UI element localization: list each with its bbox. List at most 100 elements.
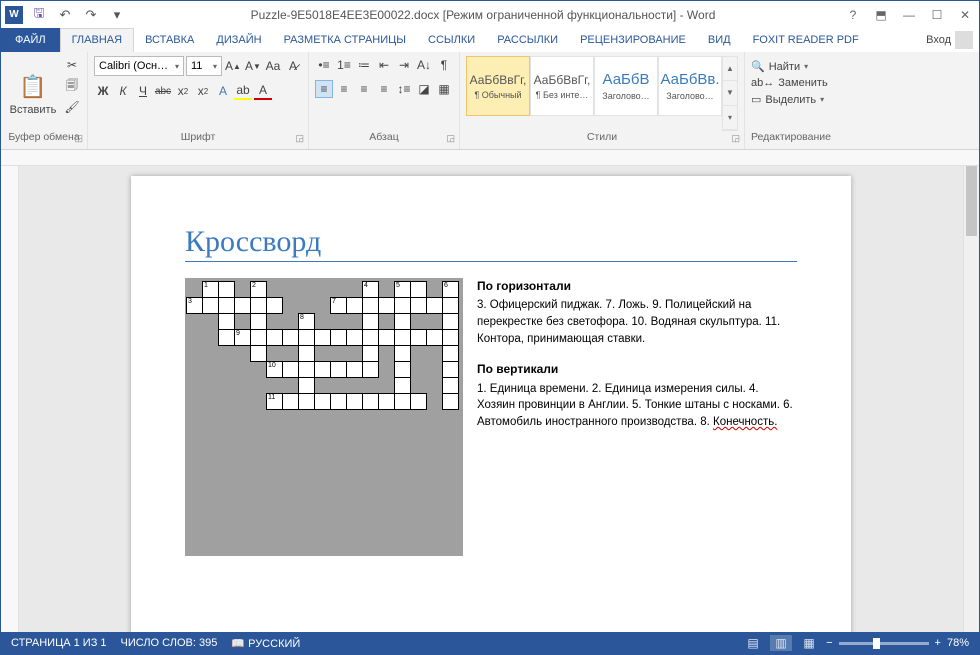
paragraph-launcher[interactable]: ◲ (446, 133, 455, 144)
status-page[interactable]: СТРАНИЦА 1 ИЗ 1 (11, 637, 107, 650)
zoom-out-button[interactable]: − (826, 637, 832, 649)
gallery-scroll[interactable]: ▲ ▼ ▾ (722, 56, 738, 131)
text-effects-button[interactable]: A (214, 82, 232, 100)
strike-button[interactable]: abc (154, 82, 172, 100)
find-button[interactable]: 🔍Найти▾ (751, 60, 828, 73)
minimize-button[interactable]: — (895, 4, 923, 26)
tab-layout[interactable]: РАЗМЕТКА СТРАНИЦЫ (273, 28, 417, 52)
borders-button[interactable]: ▦ (435, 80, 453, 98)
help-button[interactable]: ? (839, 4, 867, 26)
font-name-combo[interactable]: Calibri (Осн…▾ (94, 56, 184, 76)
clear-format-button[interactable]: A̷ (284, 57, 302, 75)
font-color-button[interactable]: A (254, 82, 272, 100)
crossword-grid: 1 2 4 5 6 3 7 (185, 278, 463, 556)
paste-button[interactable]: 📋 Вставить (7, 56, 59, 131)
subscript-button[interactable]: x2 (174, 82, 192, 100)
zoom-in-button[interactable]: + (935, 637, 941, 649)
grow-font-button[interactable]: A▲ (224, 57, 242, 75)
view-web-button[interactable]: ▦ (798, 635, 820, 651)
qat-customize-button[interactable]: ▾ (107, 5, 127, 25)
vertical-scrollbar[interactable] (963, 166, 979, 632)
group-editing-label: Редактирование (751, 131, 831, 149)
window-title: Puzzle-9E5018E4EE3E00022.docx [Режим огр… (127, 8, 839, 22)
ribbon-display-button[interactable]: ⬒ (867, 4, 895, 26)
highlight-button[interactable]: ab (234, 82, 252, 100)
tab-design[interactable]: ДИЗАЙН (205, 28, 272, 52)
status-language[interactable]: 📖 РУССКИЙ (231, 637, 300, 650)
document-area: Кроссворд 1 2 4 5 6 (1, 166, 979, 632)
maximize-button[interactable]: ☐ (923, 4, 951, 26)
align-left-button[interactable]: ≡ (315, 80, 333, 98)
show-marks-button[interactable]: ¶ (435, 56, 453, 74)
down-heading: По вертикали (477, 361, 797, 378)
tab-view[interactable]: ВИД (697, 28, 742, 52)
ruler-horizontal[interactable] (1, 150, 979, 166)
bullets-button[interactable]: •≡ (315, 56, 333, 74)
tab-file[interactable]: ФАЙЛ (1, 28, 60, 52)
tab-references[interactable]: ССЫЛКИ (417, 28, 486, 52)
tab-foxit[interactable]: FOXIT READER PDF (742, 28, 870, 52)
tab-home[interactable]: ГЛАВНАЯ (60, 28, 134, 52)
page: Кроссворд 1 2 4 5 6 (131, 176, 851, 632)
gallery-down-icon[interactable]: ▼ (723, 81, 737, 105)
copy-button[interactable]: 🗐 (63, 77, 81, 95)
gallery-more-icon[interactable]: ▾ (723, 106, 737, 130)
align-right-button[interactable]: ≡ (355, 80, 373, 98)
select-button[interactable]: ▭Выделить▾ (751, 93, 828, 106)
change-case-button[interactable]: Aa (264, 57, 282, 75)
view-read-button[interactable]: ▤ (742, 635, 764, 651)
status-bar: СТРАНИЦА 1 ИЗ 1 ЧИСЛО СЛОВ: 395 📖 РУССКИ… (1, 632, 979, 654)
find-icon: 🔍 (751, 60, 765, 73)
across-heading: По горизонтали (477, 278, 797, 295)
word-app-icon: W (5, 6, 23, 24)
sort-button[interactable]: A↓ (415, 56, 433, 74)
justify-button[interactable]: ≡ (375, 80, 393, 98)
zoom-level[interactable]: 78% (947, 637, 969, 649)
multilevel-button[interactable]: ≔ (355, 56, 373, 74)
font-launcher[interactable]: ◲ (295, 133, 304, 144)
replace-button[interactable]: ab↔Заменить (751, 77, 828, 89)
line-spacing-button[interactable]: ↕≡ (395, 80, 413, 98)
clipboard-launcher[interactable]: ◲ (74, 133, 83, 144)
cut-button[interactable]: ✂ (63, 56, 81, 74)
style-heading2[interactable]: АаБбВв. Заголово… (658, 56, 722, 116)
underline-button[interactable]: Ч (134, 82, 152, 100)
decrease-indent-button[interactable]: ⇤ (375, 56, 393, 74)
align-center-button[interactable]: ≡ (335, 80, 353, 98)
style-nospacing[interactable]: АаБбВвГг, ¶ Без инте… (530, 56, 594, 116)
zoom-slider[interactable] (839, 642, 929, 645)
bold-button[interactable]: Ж (94, 82, 112, 100)
close-button[interactable]: ✕ (951, 4, 979, 26)
sign-in-button[interactable]: Вход (920, 28, 979, 52)
zoom-thumb[interactable] (873, 638, 880, 649)
shrink-font-button[interactable]: A▼ (244, 57, 262, 75)
gallery-up-icon[interactable]: ▲ (723, 57, 737, 81)
ruler-vertical[interactable] (1, 166, 19, 632)
styles-launcher[interactable]: ◲ (731, 133, 740, 144)
tab-insert[interactable]: ВСТАВКА (134, 28, 205, 52)
clipboard-icon: 📋 (18, 72, 48, 102)
font-size-combo[interactable]: 11▾ (186, 56, 222, 76)
increase-indent-button[interactable]: ⇥ (395, 56, 413, 74)
superscript-button[interactable]: x2 (194, 82, 212, 100)
qat-redo-button[interactable]: ↷ (81, 5, 101, 25)
scrollbar-thumb[interactable] (966, 166, 977, 236)
tab-mailings[interactable]: РАССЫЛКИ (486, 28, 569, 52)
status-word-count[interactable]: ЧИСЛО СЛОВ: 395 (121, 637, 218, 650)
tab-review[interactable]: РЕЦЕНЗИРОВАНИЕ (569, 28, 697, 52)
ribbon: 📋 Вставить ✂ 🗐 🖌 Буфер обмена◲ Calibri (… (1, 52, 979, 150)
format-painter-button[interactable]: 🖌 (63, 98, 81, 116)
qat-undo-button[interactable]: ↶ (55, 5, 75, 25)
view-print-button[interactable]: ▥ (770, 635, 792, 651)
down-clues: 1. Единица времени. 2. Единица измерения… (477, 381, 797, 431)
style-heading1[interactable]: АаБбВ Заголово… (594, 56, 658, 116)
qat-save-button[interactable]: 🖫 (29, 5, 49, 25)
styles-gallery[interactable]: АаБбВвГг, ¶ Обычный АаБбВвГг, ¶ Без инте… (466, 56, 738, 131)
group-styles: АаБбВвГг, ¶ Обычный АаБбВвГг, ¶ Без инте… (460, 52, 745, 149)
shading-button[interactable]: ◪ (415, 80, 433, 98)
style-normal[interactable]: АаБбВвГг, ¶ Обычный (466, 56, 530, 116)
document-canvas[interactable]: Кроссворд 1 2 4 5 6 (19, 166, 963, 632)
italic-button[interactable]: К (114, 82, 132, 100)
numbering-button[interactable]: 1≡ (335, 56, 353, 74)
group-paragraph: •≡ 1≡ ≔ ⇤ ⇥ A↓ ¶ ≡ ≡ ≡ ≡ ↕≡ ◪ ▦ (309, 52, 460, 149)
